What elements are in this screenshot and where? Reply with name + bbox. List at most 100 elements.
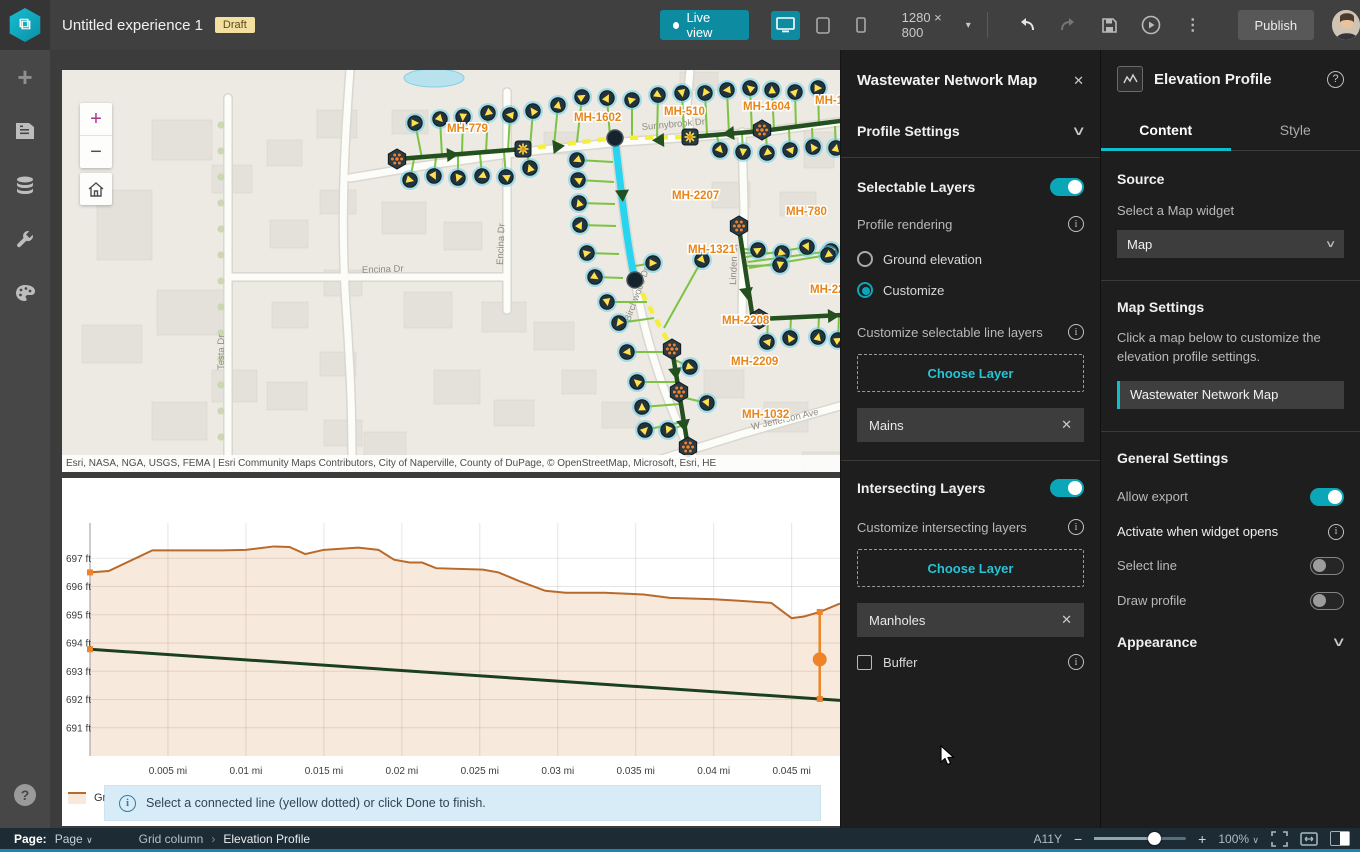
info-icon[interactable]: i (1068, 216, 1084, 232)
info-icon[interactable]: i (1068, 654, 1084, 670)
manhole-symbol[interactable] (400, 170, 420, 190)
intersecting-layers-toggle[interactable] (1050, 479, 1084, 497)
manhole-symbol[interactable] (803, 137, 823, 157)
manhole-symbol[interactable] (568, 170, 588, 190)
manhole-symbol[interactable] (717, 80, 737, 100)
map-widget[interactable]: Testa Dr Encina Dr Encina Dr Sunnybrook Dr L… (62, 70, 840, 472)
manhole-symbol[interactable] (448, 168, 468, 188)
manholes-layer-chip[interactable]: Manholes ✕ (857, 603, 1084, 637)
allow-export-toggle[interactable] (1310, 487, 1344, 506)
info-icon[interactable]: i (1068, 519, 1084, 535)
chevron-down-icon[interactable]: ∨ (1332, 634, 1347, 650)
manhole-symbol[interactable] (569, 193, 589, 213)
manhole-symbol[interactable] (617, 342, 637, 362)
redo-button[interactable] (1052, 8, 1084, 42)
info-icon[interactable]: i (1328, 523, 1344, 540)
pump-symbol[interactable] (514, 140, 532, 158)
tools-button[interactable] (0, 212, 50, 266)
manhole-symbol[interactable] (672, 83, 692, 103)
manhole-symbol[interactable] (648, 85, 668, 105)
insert-widget-button[interactable]: + (0, 50, 50, 104)
fit-width-button[interactable] (1300, 831, 1318, 846)
elevation-profile-widget[interactable]: 697 ft 696 ft 695 ft 694 ft 693 ft 692 ft 691 … (62, 478, 840, 826)
fit-to-screen-button[interactable] (1271, 830, 1288, 847)
manhole-symbol[interactable] (695, 83, 715, 103)
manhole-symbol[interactable] (597, 88, 617, 108)
manhole-symbol[interactable] (622, 90, 642, 110)
device-symbol[interactable] (678, 436, 698, 458)
manhole-symbol[interactable] (496, 167, 516, 187)
wastewater-network-map-canvas[interactable]: Testa DrEncina DrEncina DrSunnybrook DrL… (62, 70, 840, 472)
data-button[interactable] (0, 158, 50, 212)
manhole-symbol[interactable] (567, 150, 587, 170)
manhole-symbol[interactable] (627, 372, 647, 392)
toggle-right-panel-button[interactable] (1330, 831, 1350, 846)
manhole-symbol[interactable] (757, 332, 777, 352)
tab-style[interactable]: Style (1231, 112, 1360, 150)
choose-point-layer-button[interactable]: Choose Layer (857, 549, 1084, 587)
app-logo[interactable]: ⧉ (0, 0, 50, 50)
map-home-button[interactable] (80, 173, 112, 205)
map-settings-item[interactable]: Wastewater Network Map (1117, 380, 1344, 409)
manhole-symbol[interactable] (585, 267, 605, 287)
elevation-profile-chart[interactable]: 697 ft696 ft695 ft694 ft693 ft692 ft691 … (62, 478, 840, 826)
remove-layer-icon[interactable]: ✕ (1061, 612, 1072, 628)
manhole-symbol[interactable] (424, 166, 444, 186)
device-symbol[interactable] (387, 148, 407, 170)
manhole-symbol[interactable] (780, 328, 800, 348)
manhole-symbol[interactable] (643, 253, 663, 273)
choose-line-layer-button[interactable]: Choose Layer (857, 354, 1084, 392)
manhole-symbol[interactable] (405, 113, 425, 133)
breadcrumb-elevation-profile[interactable]: Elevation Profile (223, 832, 310, 846)
preview-button[interactable] (1135, 8, 1167, 42)
manhole-symbol[interactable] (597, 292, 617, 312)
manhole-symbol[interactable] (710, 140, 730, 160)
manhole-symbol[interactable] (572, 87, 592, 107)
manhole-symbol[interactable] (570, 215, 590, 235)
help-button[interactable]: ? (14, 784, 36, 806)
manhole-symbol[interactable] (632, 397, 652, 417)
help-icon[interactable]: ? (1327, 70, 1344, 88)
manhole-symbol[interactable] (658, 420, 678, 440)
tab-content[interactable]: Content (1101, 112, 1231, 151)
device-phone-button[interactable] (847, 11, 876, 40)
close-icon[interactable]: ✕ (1073, 73, 1084, 89)
map-zoom-in-button[interactable]: + (80, 103, 112, 135)
slider-knob[interactable] (1147, 832, 1161, 845)
manhole-symbol[interactable] (577, 243, 597, 263)
manhole-symbol[interactable] (548, 95, 568, 115)
manhole-symbol[interactable] (472, 166, 492, 186)
remove-layer-icon[interactable]: ✕ (1061, 417, 1072, 433)
customize-radio[interactable]: Customize (841, 282, 1100, 298)
manhole-symbol[interactable] (478, 103, 498, 123)
info-icon[interactable]: i (1068, 324, 1084, 340)
map-zoom-out-button[interactable]: − (80, 136, 112, 168)
a11y-button[interactable]: A11Y (1034, 832, 1062, 846)
manhole-symbol[interactable] (609, 313, 629, 333)
manhole-symbol[interactable] (523, 101, 543, 121)
zoom-in-button[interactable]: + (1198, 831, 1206, 847)
breadcrumb-grid-column[interactable]: Grid column (139, 832, 204, 846)
canvas-zoom-slider[interactable] (1094, 832, 1187, 845)
chevron-down-icon[interactable]: ∨ (1072, 123, 1087, 139)
manhole-symbol[interactable] (808, 327, 828, 347)
manhole-symbol[interactable] (757, 143, 777, 163)
pump-symbol[interactable] (681, 128, 699, 146)
manhole-symbol[interactable] (785, 82, 805, 102)
manhole-symbol[interactable] (797, 237, 817, 257)
device-symbol[interactable] (669, 381, 689, 403)
selectable-layers-toggle[interactable] (1050, 178, 1084, 196)
page-dropdown[interactable]: Page ∨ (55, 832, 93, 846)
manhole-symbol[interactable] (818, 245, 838, 265)
undo-button[interactable] (1011, 8, 1043, 42)
viewport-size-dropdown[interactable]: 1280 × 800 ▾ (902, 10, 971, 40)
user-avatar[interactable] (1332, 10, 1360, 40)
mains-layer-chip[interactable]: Mains ✕ (857, 408, 1084, 442)
device-desktop-button[interactable] (770, 10, 800, 40)
manhole-symbol[interactable] (740, 78, 760, 98)
device-symbol[interactable] (729, 215, 749, 237)
manhole-symbol[interactable] (748, 240, 768, 260)
select-line-toggle[interactable] (1310, 556, 1344, 575)
device-symbol[interactable] (752, 119, 772, 141)
manhole-symbol[interactable] (680, 357, 700, 377)
